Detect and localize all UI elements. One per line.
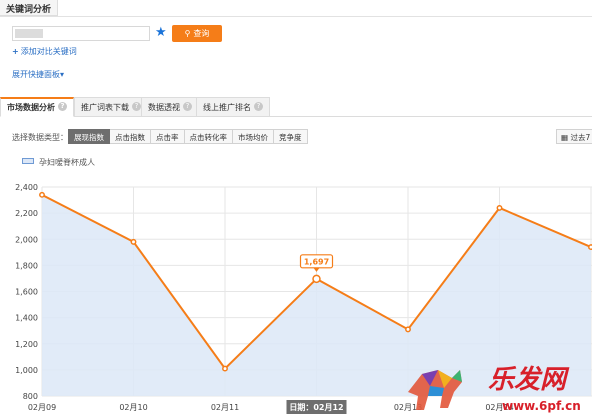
x-tick-label: 02月09: [28, 403, 56, 412]
data-point: [222, 365, 228, 372]
y-tick-label: 1,800: [15, 261, 38, 270]
data-point: [39, 191, 45, 198]
y-tick-label: 2,000: [15, 235, 38, 244]
y-tick-label: 1,000: [15, 366, 38, 375]
y-tick-label: 2,200: [15, 209, 38, 218]
value-tooltip-label: 1,697: [304, 257, 329, 266]
data-point: [130, 238, 137, 245]
y-tick-label: 1,600: [15, 288, 38, 297]
date-tooltip-label: 日期：02月12: [289, 402, 343, 412]
y-tick-label: 1,200: [15, 340, 38, 349]
svg-text:乐发网: 乐发网: [488, 365, 570, 395]
value-tooltip-pointer: [313, 267, 320, 272]
data-point: [312, 274, 321, 284]
x-tick-label: 02月11: [211, 403, 239, 412]
y-tick-label: 1,400: [15, 314, 38, 323]
y-tick-label: 2,400: [15, 183, 38, 192]
x-tick-label: 02月10: [119, 403, 147, 412]
site-watermark: 乐发网 www.6pf.cn: [408, 365, 581, 413]
data-point: [496, 204, 503, 211]
y-tick-label: 800: [23, 392, 38, 401]
svg-text:www.6pf.cn: www.6pf.cn: [502, 399, 581, 413]
data-point: [405, 326, 411, 333]
